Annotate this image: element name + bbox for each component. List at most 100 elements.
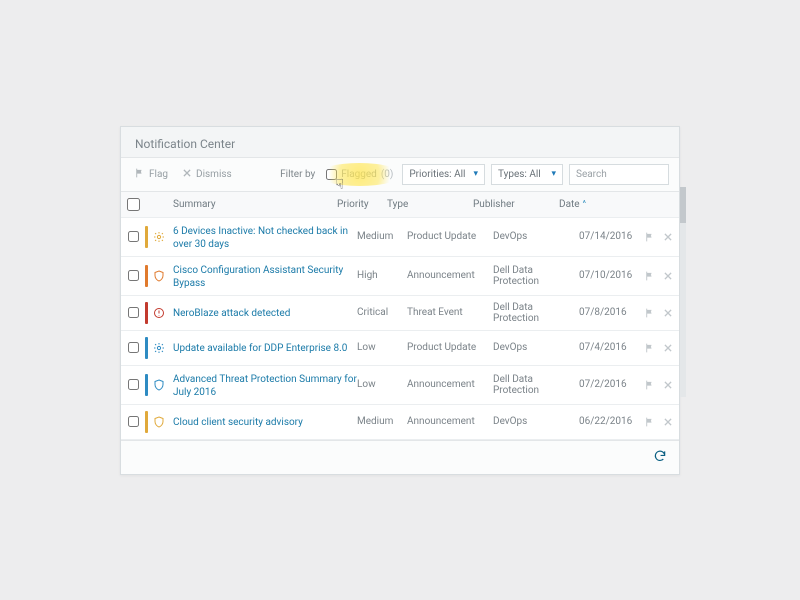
types-select-value: Types: All	[498, 169, 541, 180]
row-summary-link[interactable]: NeroBlaze attack detected	[173, 308, 290, 319]
col-type[interactable]: Type	[387, 199, 473, 210]
flagged-checkbox-label: Flagged	[341, 169, 377, 180]
row-type: Announcement	[407, 416, 493, 427]
row-summary-link[interactable]: 6 Devices Inactive: Not checked back in …	[173, 226, 348, 250]
flagged-filter-checkbox[interactable]: Flagged (0) ☟	[323, 167, 396, 182]
scrollbar[interactable]	[680, 187, 686, 397]
row-summary-link[interactable]: Update available for DDP Enterprise 8.0	[173, 343, 347, 354]
row-flag-button[interactable]	[641, 271, 659, 281]
row-publisher: DevOps	[493, 416, 579, 427]
severity-bar	[145, 411, 148, 433]
chevron-down-icon: ▾	[551, 169, 556, 179]
row-type-icon	[149, 416, 169, 428]
row-type-icon	[149, 379, 169, 391]
table-body: 6 Devices Inactive: Not checked back in …	[121, 218, 679, 440]
sort-asc-icon: ^	[583, 199, 586, 208]
row-type-icon	[149, 231, 169, 243]
col-summary[interactable]: Summary	[149, 199, 337, 210]
row-type: Announcement	[407, 379, 493, 390]
table-header: Summary Priority Type Publisher Date^	[121, 192, 679, 218]
severity-bar	[145, 302, 148, 324]
dismiss-button[interactable]: Dismiss	[178, 166, 236, 183]
toolbar: Flag Dismiss Filter by Flagged (0) ☟ Pri…	[121, 158, 679, 192]
row-dismiss-button[interactable]	[659, 308, 677, 318]
dismiss-button-label: Dismiss	[196, 169, 232, 180]
row-priority: High	[357, 270, 407, 281]
row-priority: Medium	[357, 231, 407, 242]
row-date: 07/2/2016	[579, 379, 641, 390]
row-type: Product Update	[407, 231, 493, 242]
row-summary-link[interactable]: Cisco Configuration Assistant Security B…	[173, 265, 343, 289]
row-dismiss-button[interactable]	[659, 380, 677, 390]
panel-footer	[121, 440, 679, 474]
table-row: NeroBlaze attack detected CriticalThreat …	[121, 296, 679, 331]
row-publisher: Dell Data Protection	[493, 374, 579, 396]
row-checkbox[interactable]	[128, 379, 139, 390]
table-row: 6 Devices Inactive: Not checked back in …	[121, 218, 679, 257]
severity-bar	[145, 374, 148, 396]
scrollbar-thumb[interactable]	[680, 187, 686, 223]
severity-bar	[145, 337, 148, 359]
panel-title: Notification Center	[121, 127, 679, 158]
row-date: 07/10/2016	[579, 270, 641, 281]
col-publisher[interactable]: Publisher	[473, 199, 559, 210]
row-checkbox[interactable]	[128, 231, 139, 242]
types-select[interactable]: Types: All ▾	[491, 164, 563, 185]
row-flag-button[interactable]	[641, 232, 659, 242]
row-type-icon	[149, 270, 169, 282]
table-row: Advanced Threat Protection Summary for J…	[121, 366, 679, 405]
row-checkbox[interactable]	[128, 342, 139, 353]
severity-bar	[145, 226, 148, 248]
flagged-checkbox-input[interactable]	[326, 169, 337, 180]
row-publisher: DevOps	[493, 231, 579, 242]
row-date: 06/22/2016	[579, 416, 641, 427]
row-type-icon	[149, 342, 169, 354]
notification-center-panel: Notification Center Flag Dismiss Filter …	[120, 126, 680, 475]
priorities-select-value: Priorities: All	[409, 169, 465, 180]
row-summary-link[interactable]: Advanced Threat Protection Summary for J…	[173, 374, 357, 398]
row-priority: Low	[357, 342, 407, 353]
chevron-down-icon: ▾	[473, 169, 478, 179]
row-summary-link[interactable]: Cloud client security advisory	[173, 417, 303, 428]
row-publisher: Dell Data Protection	[493, 265, 579, 287]
refresh-button[interactable]	[653, 449, 667, 466]
table-row: Cloud client security advisory MediumAnno…	[121, 405, 679, 440]
row-dismiss-button[interactable]	[659, 343, 677, 353]
row-dismiss-button[interactable]	[659, 232, 677, 242]
row-type: Threat Event	[407, 307, 493, 318]
row-type: Product Update	[407, 342, 493, 353]
severity-bar	[145, 265, 148, 287]
table-row: Update available for DDP Enterprise 8.0 L…	[121, 331, 679, 366]
row-checkbox[interactable]	[128, 270, 139, 281]
search-input[interactable]: Search	[569, 164, 669, 185]
row-priority: Low	[357, 379, 407, 390]
row-priority: Critical	[357, 307, 407, 318]
row-dismiss-button[interactable]	[659, 271, 677, 281]
row-publisher: DevOps	[493, 342, 579, 353]
flag-button[interactable]: Flag	[131, 166, 172, 183]
filter-by-label: Filter by	[280, 169, 315, 180]
col-date[interactable]: Date^	[559, 199, 621, 210]
row-priority: Medium	[357, 416, 407, 427]
row-type: Announcement	[407, 270, 493, 281]
row-flag-button[interactable]	[641, 417, 659, 427]
close-icon	[182, 168, 192, 181]
flagged-count: (0)	[381, 169, 394, 180]
row-publisher: Dell Data Protection	[493, 302, 579, 324]
row-checkbox[interactable]	[128, 416, 139, 427]
flag-button-label: Flag	[149, 169, 168, 180]
row-date: 07/14/2016	[579, 231, 641, 242]
row-flag-button[interactable]	[641, 380, 659, 390]
row-dismiss-button[interactable]	[659, 417, 677, 427]
search-placeholder: Search	[576, 169, 607, 180]
row-checkbox[interactable]	[128, 307, 139, 318]
priorities-select[interactable]: Priorities: All ▾	[402, 164, 485, 185]
row-date: 07/4/2016	[579, 342, 641, 353]
row-flag-button[interactable]	[641, 308, 659, 318]
table-row: Cisco Configuration Assistant Security B…	[121, 257, 679, 296]
flag-icon	[135, 168, 145, 181]
row-flag-button[interactable]	[641, 343, 659, 353]
row-date: 07/8/2016	[579, 307, 641, 318]
select-all-checkbox[interactable]	[127, 198, 140, 211]
col-priority[interactable]: Priority	[337, 199, 387, 210]
